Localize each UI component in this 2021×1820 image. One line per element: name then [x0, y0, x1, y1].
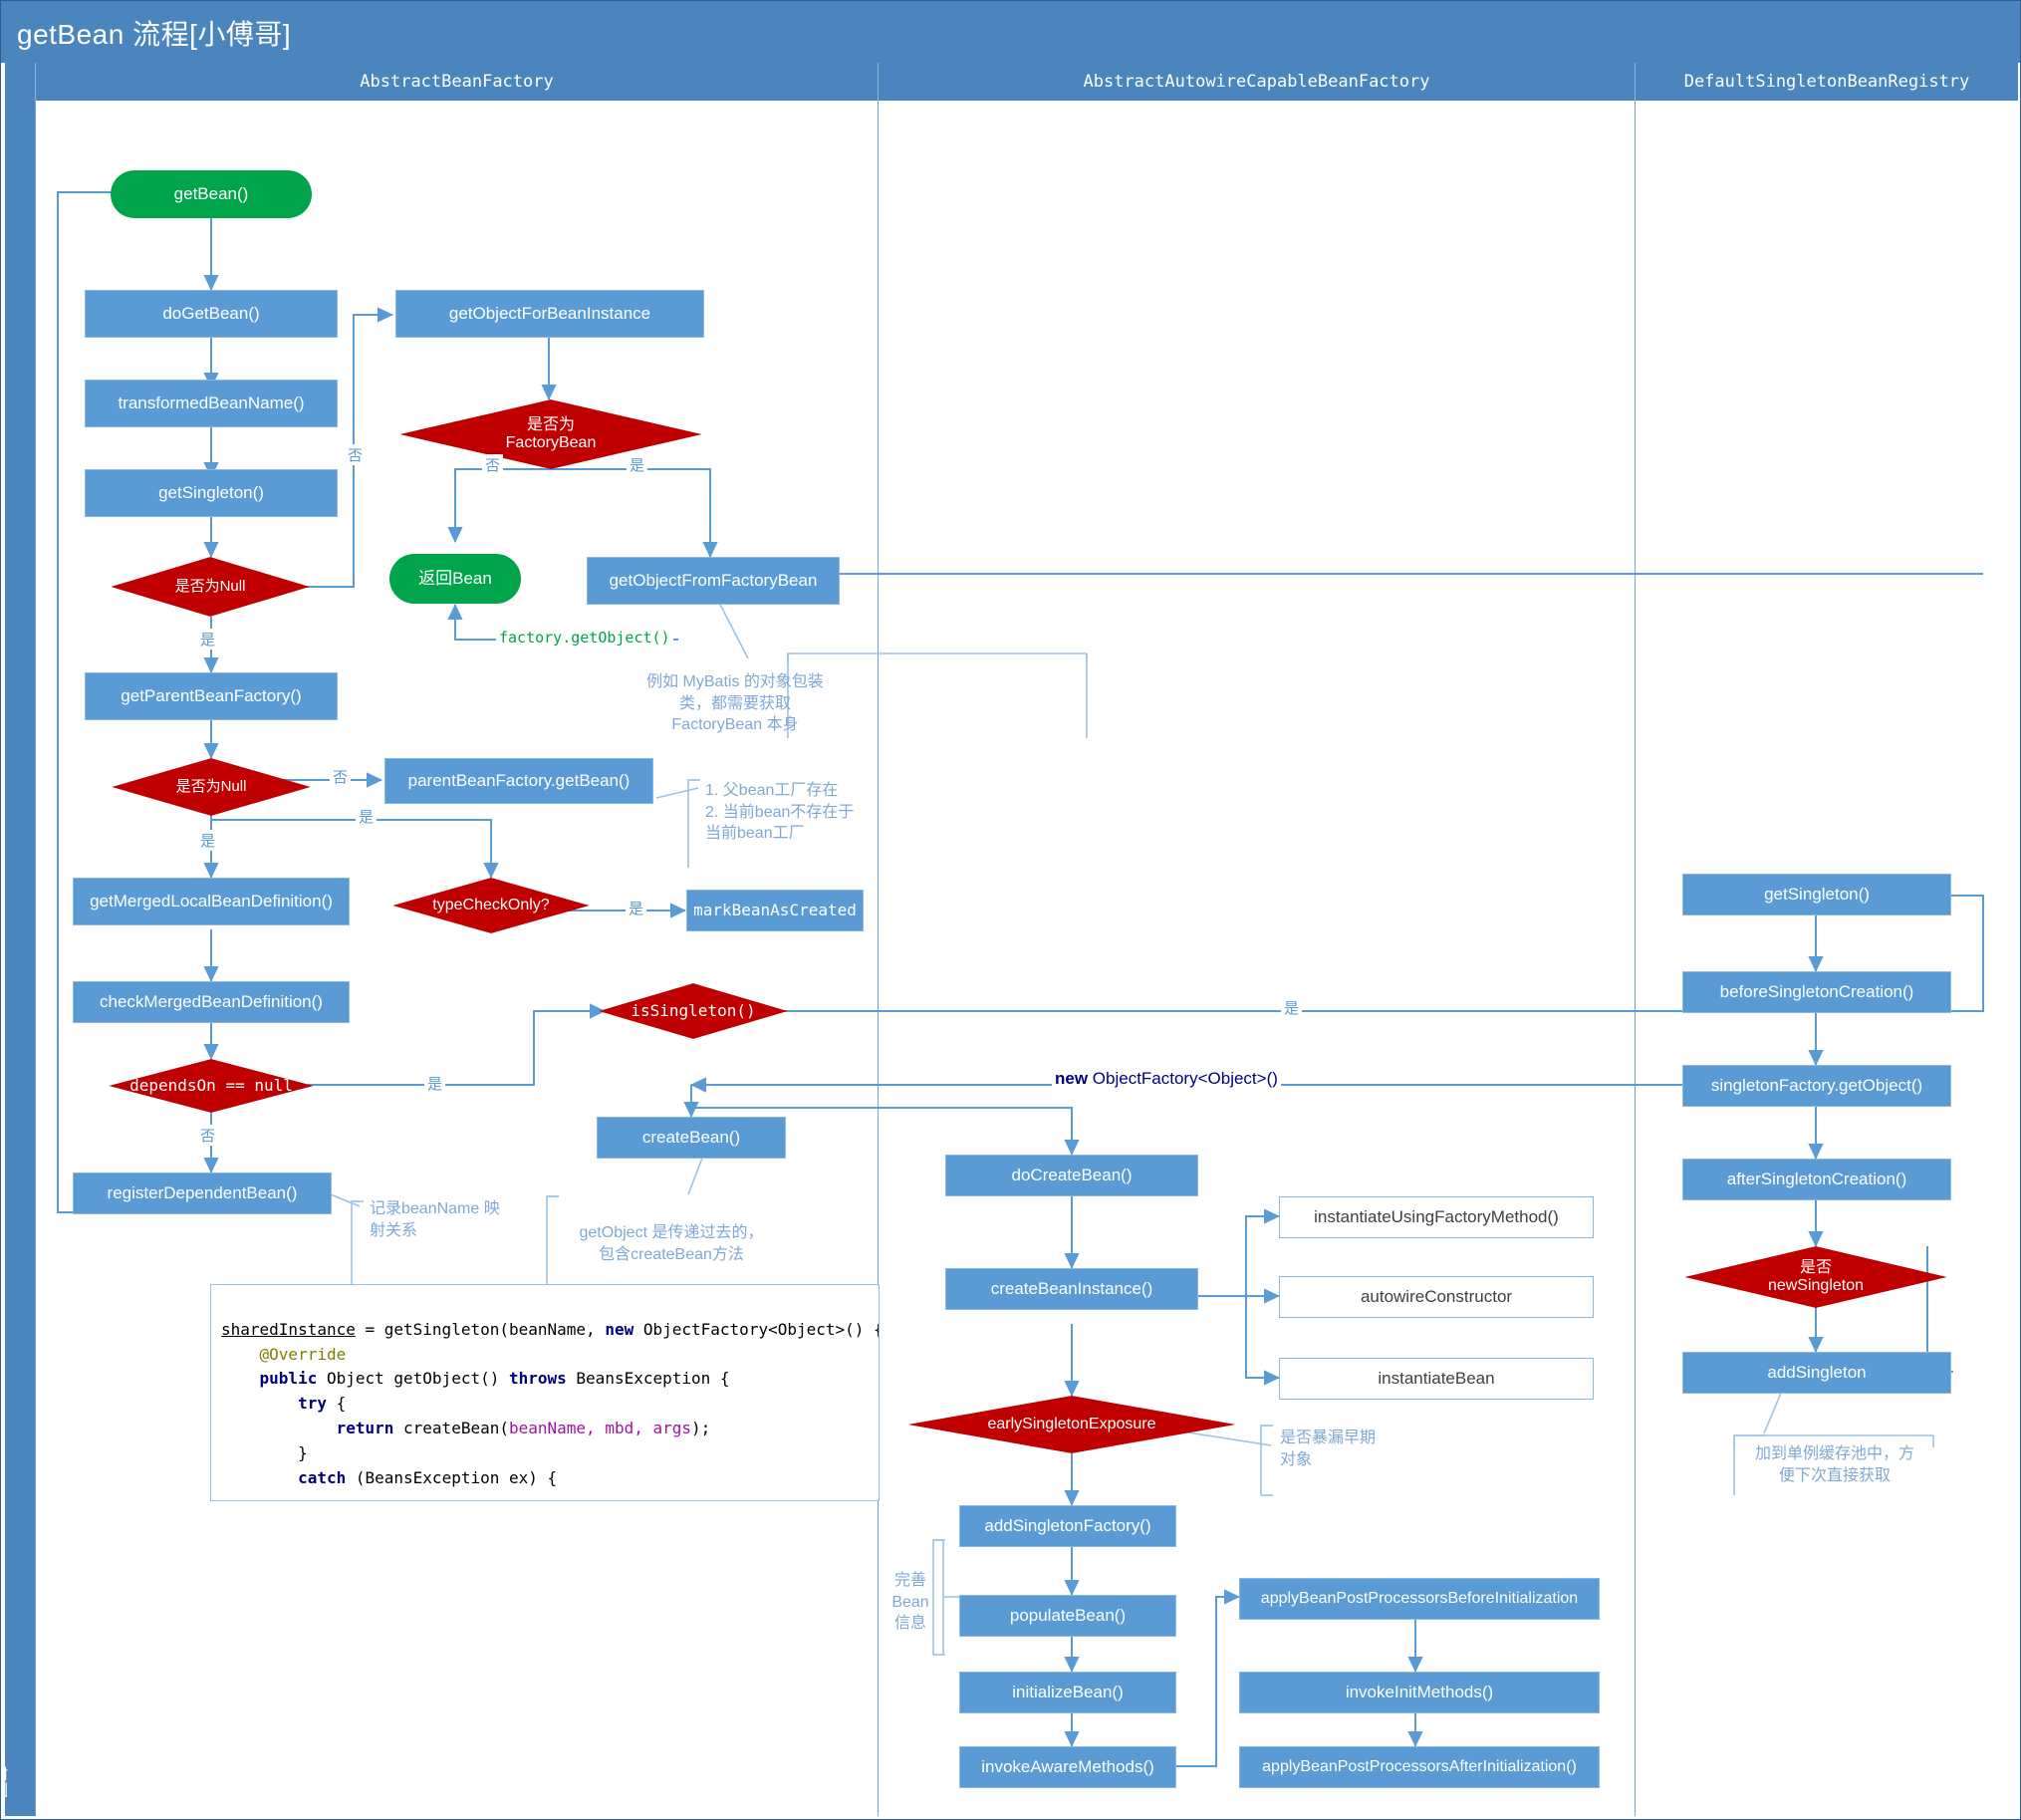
node-get-merged-local-bean-definition[interactable]: getMergedLocalBeanDefinition() — [73, 878, 350, 925]
node-return-bean[interactable]: 返回Bean — [389, 554, 521, 604]
node-is-singleton-label: isSingleton() — [631, 1000, 756, 1020]
note-early-exposure: 是否暴漏早期 对象 — [1280, 1430, 1377, 1468]
object-factory-generic: ObjectFactory<Object>() — [1088, 1069, 1278, 1088]
node-create-bean[interactable]: createBean() — [597, 1117, 786, 1159]
node-type-check-only-label: typeCheckOnly? — [432, 896, 550, 913]
node-autowire-constructor[interactable]: autowireConstructor — [1279, 1276, 1594, 1318]
node-add-singleton[interactable]: addSingleton — [1682, 1352, 1951, 1394]
node-early-singleton-exposure-label: earlySingletonExposure — [987, 1415, 1156, 1432]
node-add-singleton-factory[interactable]: addSingletonFactory() — [959, 1505, 1176, 1547]
note-register-dependent: 记录beanName 映 射关系 — [370, 1200, 500, 1239]
note-parent-conditions: 1. 父bean工厂存在 2. 当前bean不存在于 当前bean工厂 — [705, 782, 855, 843]
edge-label-dependson-no: 否 — [197, 1125, 219, 1146]
node-create-bean-instance[interactable]: createBeanInstance() — [945, 1268, 1198, 1310]
title-bar: getBean 流程[小傅哥] — [1, 1, 2020, 63]
edge-label-parent-yes-down: 是 — [197, 830, 219, 851]
node-is-factory-bean-label: 是否为 FactoryBean — [505, 415, 597, 451]
node-apply-bpp-before-initialization[interactable]: applyBeanPostProcessorsBeforeInitializat… — [1239, 1578, 1600, 1620]
node-get-bean[interactable]: getBean() — [111, 170, 312, 218]
edge-label-dependson-yes: 是 — [424, 1073, 446, 1094]
lane-abstract-bean-factory — [35, 101, 878, 1816]
edge-label-issingleton-yes: 是 — [1281, 997, 1303, 1018]
node-get-parent-bean-factory[interactable]: getParentBeanFactory() — [85, 672, 338, 720]
edge-label-is-null-first-yes: 是 — [197, 629, 219, 650]
code-field-sharedinstance: sharedInstance — [221, 1319, 356, 1339]
node-depends-on-null-label: dependsOn == null — [129, 1075, 293, 1095]
code-snippet: sharedInstance = getSingleton(beanName, … — [210, 1284, 880, 1501]
node-instantiate-using-factory-method[interactable]: instantiateUsingFactoryMethod() — [1279, 1196, 1594, 1238]
edge-label-factorybean-no: 否 — [482, 454, 504, 475]
node-get-object-from-factory-bean[interactable]: getObjectFromFactoryBean — [587, 557, 840, 605]
edge-label-factorybean-yes: 是 — [627, 454, 648, 475]
node-before-singleton-creation[interactable]: beforeSingletonCreation() — [1682, 971, 1951, 1013]
node-transformed-bean-name[interactable]: transformedBeanName() — [85, 380, 338, 427]
edge-label-parent-no: 否 — [330, 766, 352, 787]
node-do-get-bean[interactable]: doGetBean() — [85, 290, 338, 338]
diagram-canvas: getBean 流程[小傅哥] 阶段 AbstractBeanFactory A… — [0, 0, 2021, 1820]
code-keyword-return: return — [336, 1418, 394, 1437]
code-keyword-public: public — [259, 1369, 318, 1389]
lane-header-abstract-bean-factory: AbstractBeanFactory — [35, 63, 878, 101]
node-after-singleton-creation[interactable]: afterSingletonCreation() — [1682, 1159, 1951, 1200]
note-add-singleton-cache: 加到单例缓存池中，方 便下次直接获取 — [1754, 1445, 1914, 1484]
code-annotation-override: @Override — [259, 1344, 347, 1364]
node-populate-bean[interactable]: populateBean() — [959, 1595, 1176, 1637]
edge-label-typecheck-yes: 是 — [626, 898, 647, 918]
node-do-create-bean[interactable]: doCreateBean() — [945, 1155, 1198, 1196]
lane-header-abstract-autowire-capable-bean-factory: AbstractAutowireCapableBeanFactory — [878, 63, 1635, 101]
code-keyword-try: try — [298, 1394, 327, 1414]
node-registry-get-singleton[interactable]: getSingleton() — [1682, 874, 1951, 915]
edge-label-new-object-factory: new ObjectFactory<Object>() — [1052, 1069, 1281, 1089]
node-is-null-first-label: 是否为Null — [174, 578, 246, 596]
node-get-singleton[interactable]: getSingleton() — [85, 469, 338, 517]
node-check-merged-bean-definition[interactable]: checkMergedBeanDefinition() — [73, 981, 350, 1023]
note-complete-bean-info: 完善 Bean 信息 — [891, 1572, 929, 1633]
note-get-object-pass: getObject 是传递过去的， 包含createBean方法 — [579, 1224, 764, 1263]
code-keyword-throws: throws — [508, 1369, 567, 1389]
node-is-null-second-label: 是否为Null — [175, 778, 247, 796]
lane-default-singleton-bean-registry — [1635, 101, 2018, 1816]
code-keyword-catch: catch — [298, 1467, 347, 1487]
node-is-new-singleton-label: 是否 newSingleton — [1767, 1258, 1865, 1294]
node-get-object-for-bean-instance[interactable]: getObjectForBeanInstance — [395, 290, 704, 338]
node-instantiate-bean[interactable]: instantiateBean — [1279, 1358, 1594, 1400]
node-mark-bean-as-created[interactable]: markBeanAsCreated — [686, 890, 864, 931]
edge-label-factory-get-object: factory.getObject() — [496, 629, 673, 647]
lane-header-default-singleton-bean-registry: DefaultSingletonBeanRegistry — [1635, 63, 2018, 101]
code-params-createbean: beanName, mbd, args — [508, 1418, 692, 1437]
keyword-new: new — [1055, 1069, 1089, 1088]
node-invoke-init-methods[interactable]: invokeInitMethods() — [1239, 1672, 1600, 1713]
node-register-dependent-bean[interactable]: registerDependentBean() — [73, 1172, 332, 1214]
phase-rail: 阶段 — [1, 63, 35, 1816]
edge-label-parent-yes-side: 是 — [356, 806, 378, 827]
note-mybatis: 例如 MyBatis 的对象包装 类，都需要获取 FactoryBean 本身 — [646, 673, 824, 734]
page-title: getBean 流程[小傅哥] — [17, 19, 292, 50]
node-parent-bean-factory-get-bean[interactable]: parentBeanFactory.getBean() — [384, 758, 653, 804]
node-apply-bpp-after-initialization[interactable]: applyBeanPostProcessorsAfterInitializati… — [1239, 1746, 1600, 1788]
node-invoke-aware-methods[interactable]: invokeAwareMethods() — [959, 1746, 1176, 1788]
edge-label-is-null-first-no: 否 — [345, 444, 367, 465]
node-singleton-factory-get-object[interactable]: singletonFactory.getObject() — [1682, 1065, 1951, 1107]
code-keyword-new: new — [605, 1319, 634, 1339]
node-initialize-bean[interactable]: initializeBean() — [959, 1672, 1176, 1713]
lane-abstract-autowire-capable-bean-factory — [878, 101, 1635, 1816]
